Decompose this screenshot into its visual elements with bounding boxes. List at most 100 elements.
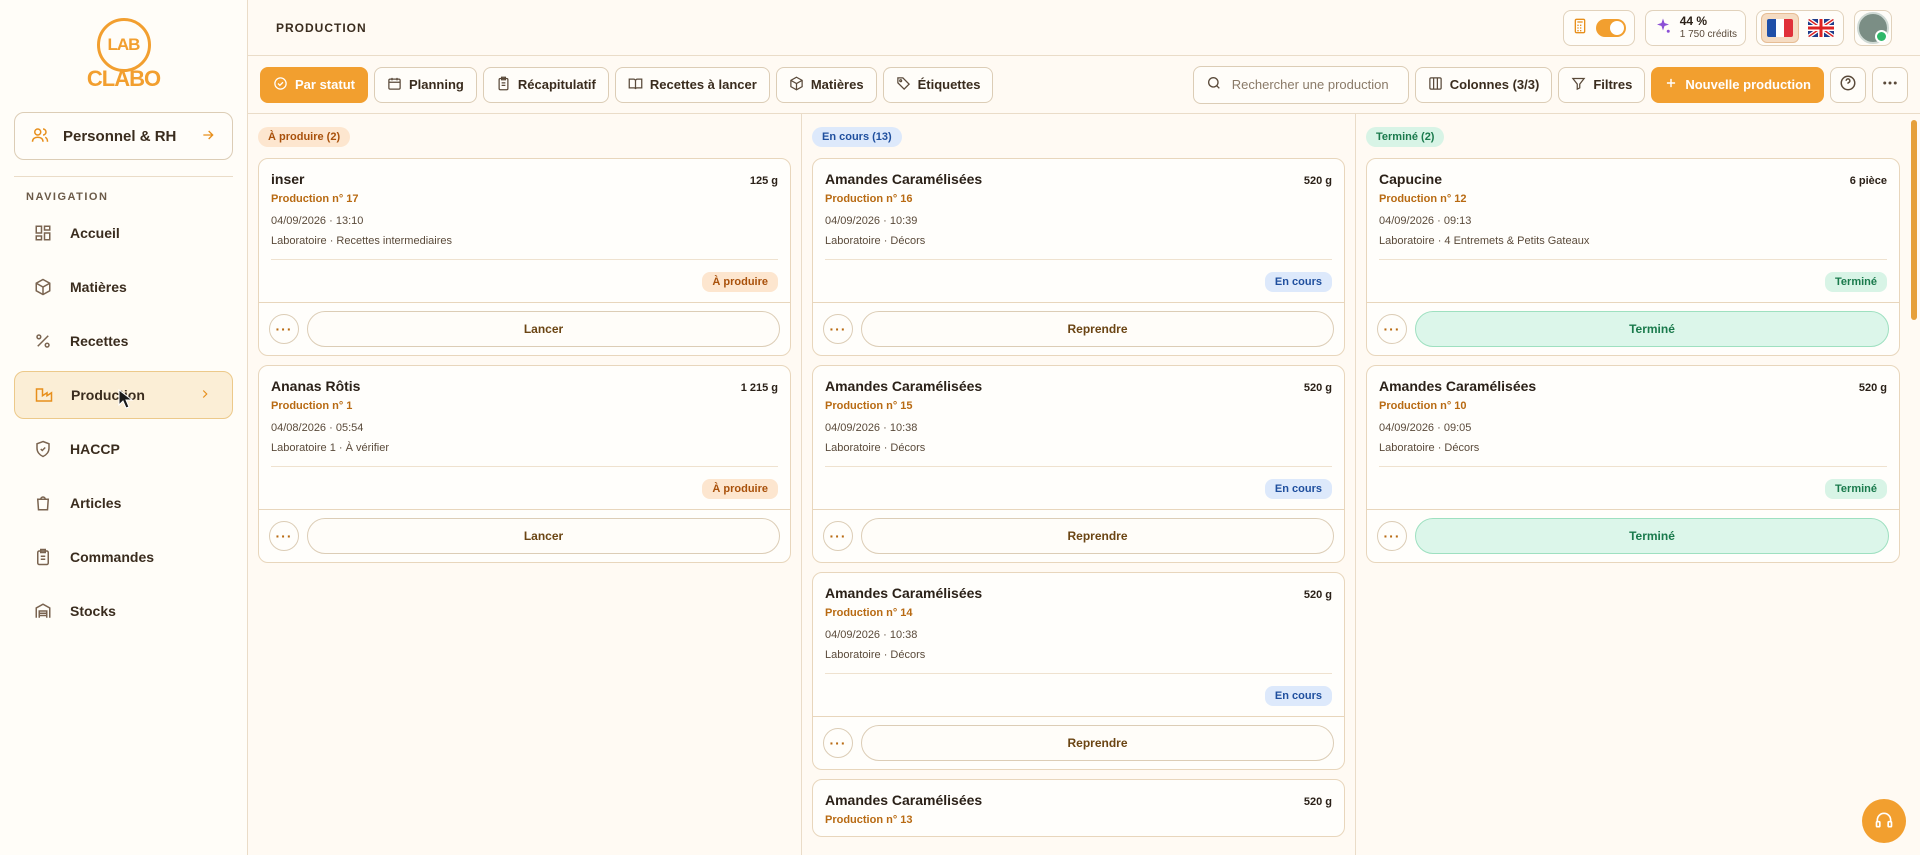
production-card[interactable]: Capucine 6 pièce Production n° 12 04/09/2… bbox=[1366, 158, 1900, 356]
sidebar: LAB CLABO Personnel & RH NAVIGATION Accu… bbox=[0, 0, 248, 855]
shopping-bag-icon bbox=[34, 494, 52, 512]
sidebar-item-stocks[interactable]: Stocks bbox=[14, 587, 233, 635]
vertical-scrollbar[interactable] bbox=[1911, 120, 1917, 320]
production-card[interactable]: inser 125 g Production n° 17 04/09/2026 ·… bbox=[258, 158, 791, 356]
tab-recapitulatif[interactable]: Récapitulatif bbox=[482, 66, 609, 103]
card-name: Amandes Caramélisées bbox=[1379, 378, 1537, 394]
logo-wordmark: CLABO bbox=[86, 66, 161, 91]
credits-percent: 44 % bbox=[1679, 14, 1708, 29]
personnel-rh-button[interactable]: Personnel & RH bbox=[14, 112, 233, 160]
production-card[interactable]: Amandes Caramélisées 520 g Production n° … bbox=[1366, 365, 1900, 563]
card-number: Production n° 16 bbox=[825, 193, 913, 205]
status-badge: En cours bbox=[1264, 686, 1332, 706]
card-date: 04/09/2026 · 10:38 bbox=[825, 422, 918, 434]
column-termine: Terminé (2) Capucine 6 pièce Production n… bbox=[1356, 114, 1910, 855]
france-flag-icon bbox=[1767, 18, 1793, 37]
card-menu-button[interactable]: ··· bbox=[823, 314, 853, 344]
card-menu-button[interactable]: ··· bbox=[269, 314, 299, 344]
card-number: Production n° 1 bbox=[271, 400, 353, 412]
card-quantity: 125 g bbox=[749, 175, 778, 187]
calculator-toggle[interactable] bbox=[1562, 9, 1635, 46]
check-circle-icon bbox=[273, 76, 288, 94]
toolbar: Par statut Planning Récapitulatif Recett… bbox=[248, 56, 1920, 114]
support-chat-button[interactable] bbox=[1862, 799, 1906, 843]
mouse-cursor-icon bbox=[118, 388, 134, 412]
card-menu-button[interactable]: ··· bbox=[1377, 521, 1407, 551]
sidebar-item-articles[interactable]: Articles bbox=[14, 479, 233, 527]
tab-matieres[interactable]: Matières bbox=[775, 66, 877, 103]
tab-recettes-a-lancer[interactable]: Recettes à lancer bbox=[614, 66, 770, 103]
tab-planning[interactable]: Planning bbox=[373, 66, 477, 103]
card-date: 04/09/2026 · 10:38 bbox=[825, 629, 918, 641]
nav-section-title: NAVIGATION bbox=[26, 191, 109, 203]
card-number: Production n° 17 bbox=[271, 193, 359, 205]
sidebar-item-commandes[interactable]: Commandes bbox=[14, 533, 233, 581]
sidebar-item-recettes[interactable]: Recettes bbox=[14, 317, 233, 365]
card-date: 04/09/2026 · 10:39 bbox=[825, 215, 918, 227]
card-location: Laboratoire · Décors bbox=[1379, 442, 1480, 454]
more-options-button[interactable] bbox=[1872, 66, 1908, 103]
card-number: Production n° 13 bbox=[825, 814, 913, 826]
sidebar-item-label: Recettes bbox=[70, 333, 129, 349]
production-card[interactable]: Amandes Caramélisées 520 g Production n° … bbox=[812, 779, 1345, 837]
card-name: Amandes Caramélisées bbox=[825, 171, 983, 187]
new-production-label: Nouvelle production bbox=[1685, 77, 1811, 92]
production-card[interactable]: Amandes Caramélisées 520 g Production n° … bbox=[812, 572, 1345, 770]
resume-button[interactable]: Reprendre bbox=[861, 725, 1334, 761]
card-menu-button[interactable]: ··· bbox=[1377, 314, 1407, 344]
production-card[interactable]: Amandes Caramélisées 520 g Production n° … bbox=[812, 158, 1345, 356]
tab-etiquettes[interactable]: Étiquettes bbox=[882, 66, 994, 103]
language-en[interactable] bbox=[1803, 14, 1839, 42]
logo-mark: LAB bbox=[96, 18, 151, 72]
search-box bbox=[1192, 65, 1409, 104]
column-title: À produire (2) bbox=[258, 127, 351, 147]
column-a-produire: À produire (2) inser 125 g Production n° … bbox=[248, 114, 802, 855]
card-quantity: 520 g bbox=[1858, 382, 1887, 394]
plus-icon bbox=[1664, 76, 1678, 93]
new-production-button[interactable]: Nouvelle production bbox=[1651, 66, 1824, 103]
avatar bbox=[1857, 11, 1889, 44]
card-menu-button[interactable]: ··· bbox=[823, 728, 853, 758]
card-quantity: 520 g bbox=[1303, 175, 1332, 187]
production-card[interactable]: Amandes Caramélisées 520 g Production n° … bbox=[812, 365, 1345, 563]
resume-button[interactable]: Reprendre bbox=[861, 311, 1334, 347]
warehouse-icon bbox=[34, 602, 52, 620]
launch-button[interactable]: Lancer bbox=[307, 518, 780, 554]
top-bar: PRODUCTION 44 % 1 750 crédits bbox=[248, 0, 1920, 56]
production-card[interactable]: Ananas Rôtis 1 215 g Production n° 1 04/0… bbox=[258, 365, 791, 563]
card-date: 04/09/2026 · 13:10 bbox=[271, 215, 364, 227]
columns-button[interactable]: Colonnes (3/3) bbox=[1414, 66, 1553, 103]
filters-button[interactable]: Filtres bbox=[1558, 66, 1646, 103]
language-switcher bbox=[1756, 9, 1844, 46]
box-icon bbox=[34, 278, 52, 296]
credits-indicator[interactable]: 44 % 1 750 crédits bbox=[1644, 9, 1746, 46]
sidebar-item-haccp[interactable]: HACCP bbox=[14, 425, 233, 473]
resume-button[interactable]: Reprendre bbox=[861, 518, 1334, 554]
card-menu-button[interactable]: ··· bbox=[269, 521, 299, 551]
help-button[interactable] bbox=[1830, 66, 1866, 103]
sidebar-item-matieres[interactable]: Matières bbox=[14, 263, 233, 311]
column-title: Terminé (2) bbox=[1366, 127, 1445, 147]
sidebar-item-label: HACCP bbox=[70, 441, 120, 457]
card-menu-button[interactable]: ··· bbox=[823, 521, 853, 551]
card-quantity: 1 215 g bbox=[740, 382, 778, 394]
card-name: inser bbox=[271, 171, 305, 187]
card-number: Production n° 15 bbox=[825, 400, 913, 412]
filter-icon bbox=[1571, 76, 1586, 94]
done-button[interactable]: Terminé bbox=[1415, 518, 1889, 554]
sidebar-item-label: Articles bbox=[70, 495, 122, 511]
calendar-icon bbox=[387, 76, 402, 94]
sidebar-divider bbox=[14, 176, 233, 177]
status-badge: À produire bbox=[702, 479, 778, 499]
search-input[interactable] bbox=[1231, 77, 1392, 92]
labclabo-logo[interactable]: LAB CLABO bbox=[14, 0, 233, 104]
sidebar-item-accueil[interactable]: Accueil bbox=[14, 209, 233, 257]
card-number: Production n° 14 bbox=[825, 607, 913, 619]
toggle-switch[interactable] bbox=[1595, 18, 1626, 37]
done-button[interactable]: Terminé bbox=[1415, 311, 1889, 347]
user-menu[interactable] bbox=[1854, 9, 1892, 46]
tab-par-statut[interactable]: Par statut bbox=[260, 66, 368, 103]
factory-icon bbox=[35, 386, 53, 404]
launch-button[interactable]: Lancer bbox=[307, 311, 780, 347]
language-fr[interactable] bbox=[1761, 12, 1799, 43]
